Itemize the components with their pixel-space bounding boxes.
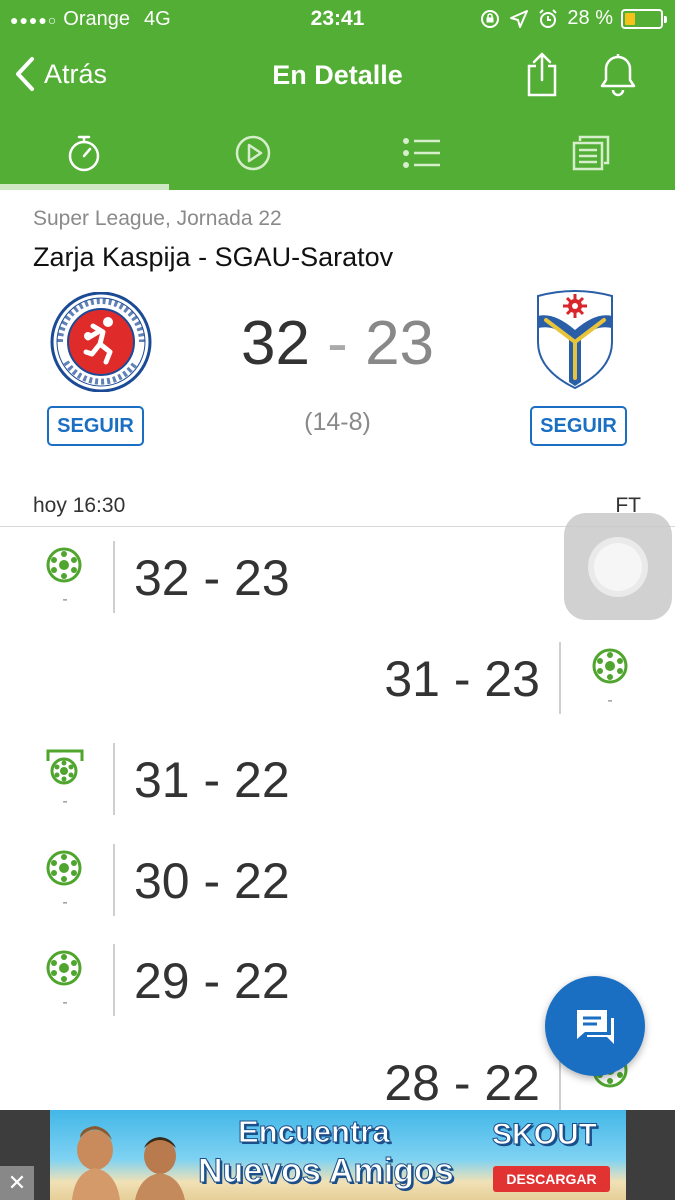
score-separator: - (327, 309, 348, 378)
event-divider (113, 541, 115, 613)
ad-creative[interactable]: Encuentra Nuevos Amigos SKOUT DESCARGAR (50, 1110, 626, 1200)
ball-icon (46, 547, 82, 588)
event-score: 32 - 23 (134, 550, 290, 606)
rotation-lock-icon (481, 9, 500, 28)
bell-icon (600, 54, 636, 97)
event-row[interactable]: 31 - 23 - (0, 642, 675, 742)
ad-headline-1: Encuentra (238, 1114, 391, 1150)
event-divider (113, 743, 115, 815)
event-minute: - (62, 591, 68, 608)
event-row[interactable]: - 30 - 22 (0, 844, 675, 944)
ball-icon (46, 950, 82, 991)
chat-button[interactable] (545, 976, 645, 1076)
battery-percent: 28 % (567, 7, 613, 29)
event-divider (113, 844, 115, 916)
event-row[interactable]: - 31 - 22 (0, 743, 675, 843)
stopwatch-icon (69, 135, 100, 172)
event-score: 30 - 22 (134, 853, 290, 909)
notifications-button[interactable] (598, 52, 638, 103)
follow-home-button[interactable]: SEGUIR (47, 406, 144, 446)
nav-bar: Atrás En Detalle (0, 38, 675, 116)
event-minute: - (62, 994, 68, 1011)
page-title: En Detalle (272, 60, 403, 90)
away-team-logo[interactable] (534, 290, 616, 395)
alarm-icon (539, 8, 558, 28)
detail-tabs (0, 116, 675, 190)
tab-report[interactable] (506, 116, 675, 190)
event-divider (559, 642, 561, 714)
halftime-score: (14-8) (304, 408, 371, 436)
goal-net-icon (46, 749, 84, 790)
chat-icon (577, 1010, 614, 1044)
away-score: 23 (365, 309, 435, 378)
follow-away-button[interactable]: SEGUIR (530, 406, 627, 446)
ad-headline-2: Nuevos Amigos (198, 1152, 455, 1191)
event-minute: - (62, 894, 68, 911)
home-score: 32 (240, 309, 310, 378)
assistive-touch-button[interactable] (564, 513, 672, 620)
event-score: 29 - 22 (134, 953, 290, 1009)
final-score: 32 - 23 (200, 308, 475, 379)
ball-icon (592, 648, 628, 689)
play-icon (235, 135, 271, 171)
location-icon (510, 9, 529, 28)
tab-videos[interactable] (169, 116, 338, 190)
home-team-logo[interactable] (48, 291, 154, 397)
match-datetime: hoy 16:30 (33, 494, 126, 517)
share-button[interactable] (522, 52, 562, 103)
report-icon (572, 135, 609, 171)
event-score: 31 - 22 (134, 752, 290, 808)
event-score: 28 - 22 (384, 1055, 540, 1111)
battery-icon (621, 8, 667, 29)
ad-download-button[interactable]: DESCARGAR (493, 1166, 610, 1192)
ad-close-button[interactable]: ✕ (0, 1166, 34, 1200)
tab-events[interactable] (338, 116, 507, 190)
match-title: Zarja Kaspija - SGAU-Saratov (33, 242, 394, 272)
list-icon (402, 138, 440, 168)
ad-brand: SKOUT (492, 1118, 598, 1152)
league-round: Super League, Jornada 22 (33, 207, 282, 230)
event-minute: - (607, 692, 613, 709)
event-score: 31 - 23 (384, 651, 540, 707)
ad-banner[interactable]: Encuentra Nuevos Amigos SKOUT DESCARGAR (0, 1110, 675, 1200)
tab-summary[interactable] (0, 116, 169, 190)
ball-icon (46, 850, 82, 891)
close-icon: ✕ (7, 1170, 27, 1195)
ad-photo (72, 1126, 185, 1200)
share-icon (527, 52, 557, 97)
status-bar: ●●●●○ Orange 4G 23:41 28 % (0, 0, 675, 38)
event-minute: - (62, 793, 68, 810)
event-divider (113, 944, 115, 1016)
